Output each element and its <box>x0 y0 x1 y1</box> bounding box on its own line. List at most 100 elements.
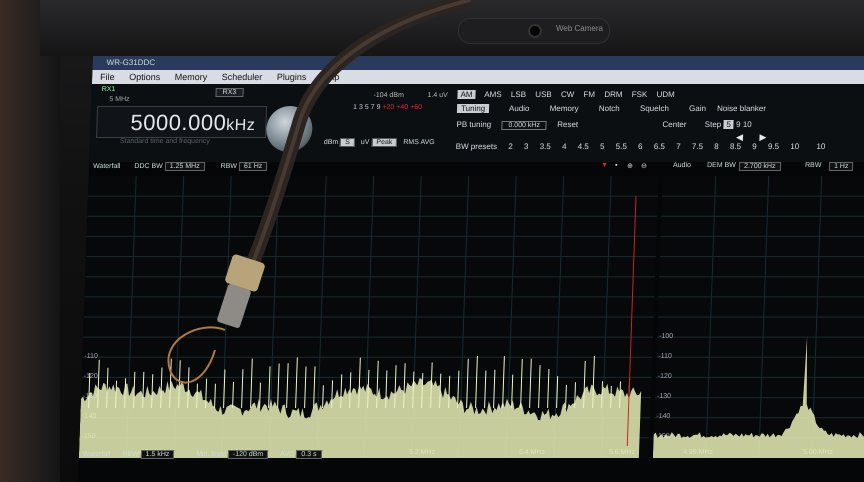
mode-fm[interactable]: FM <box>583 90 595 99</box>
bw-preset[interactable]: 7.5 <box>692 142 703 151</box>
frequency-value: 5000.000kHz <box>130 110 256 135</box>
peak-line <box>268 366 271 408</box>
peak-line <box>502 356 505 408</box>
step-10[interactable]: 10 <box>743 120 752 129</box>
rbw-select[interactable]: 61 Hz <box>238 162 268 171</box>
frequency-caption: Standard time and frequency <box>119 138 210 145</box>
bw-preset[interactable]: 5 <box>600 142 605 151</box>
menu-scheduler[interactable]: Scheduler <box>222 72 263 82</box>
peak-line <box>484 370 487 408</box>
unit-dbm[interactable]: dBm <box>324 139 339 146</box>
control-panel: RX1 RX3 5 MHz 5000.000kHz Standard time … <box>89 84 864 162</box>
center-button[interactable]: Center <box>662 120 686 129</box>
mode-peak[interactable]: Peak <box>371 138 398 147</box>
step-9[interactable]: 9 <box>736 120 741 129</box>
step-left-icon[interactable]: ◀ <box>736 132 743 142</box>
reset-button[interactable]: Reset <box>557 120 578 129</box>
rx-selector[interactable]: RX3 <box>215 88 244 97</box>
ddc-bw-select[interactable]: 1.25 MHz <box>164 162 205 171</box>
menu-help[interactable]: Help <box>321 72 340 82</box>
spectrum-display[interactable]: -110-120-130-140-150 4.8 MHz4.9 MHz5.2 M… <box>78 176 659 458</box>
zoom-in-icon[interactable]: ⊕ <box>627 162 633 170</box>
bw-preset[interactable]: 7 <box>676 142 681 151</box>
mode-usb[interactable]: USB <box>535 90 552 99</box>
y-tick-label: -130 <box>657 393 671 400</box>
min-level-select[interactable]: -120 dBm <box>227 450 269 459</box>
audio-spectrum-display[interactable]: -100-110-120-130-140-150 4.99 MHz5.00 MH… <box>652 176 864 458</box>
mode-rms[interactable]: RMS <box>403 139 419 146</box>
menu-memory[interactable]: Memory <box>175 72 208 82</box>
mode-cw[interactable]: CW <box>561 90 575 99</box>
tab-tuning[interactable]: Tuning <box>456 104 490 113</box>
menu-bar: File Options Memory Scheduler Plugins He… <box>91 70 864 84</box>
tuning-knob[interactable] <box>265 106 314 152</box>
peak-line <box>277 363 280 408</box>
mode-ams[interactable]: AMS <box>484 90 502 99</box>
peak-line <box>475 356 478 408</box>
bw-preset[interactable]: 5.5 <box>616 142 627 151</box>
bw-preset[interactable]: 2 <box>508 142 513 151</box>
mode-lsb[interactable]: LSB <box>511 90 526 99</box>
unit-uv[interactable]: uV <box>361 139 370 146</box>
zoom-out-icon[interactable]: ⊖ <box>641 162 647 170</box>
step-5[interactable]: 5 <box>723 120 735 129</box>
function-tabs: Tuning Audio Memory Notch Squelch Gain <box>456 104 724 113</box>
peak-line <box>304 366 307 408</box>
rx-label: RX1 <box>101 86 116 93</box>
avg-select[interactable]: 0.3 s <box>296 450 322 459</box>
frequency-small: 5 MHz <box>109 96 130 103</box>
waterfall-header: Waterfall DDC BW 1.25 MHz RBW 61 Hz ▼ ▪ … <box>89 162 864 176</box>
tab-notch[interactable]: Notch <box>599 104 620 113</box>
unit-s[interactable]: S <box>340 138 356 147</box>
bw-preset[interactable]: 9 <box>752 142 757 151</box>
audio-y-ticks: -100-110-120-130-140-150 <box>655 333 673 440</box>
bw-preset[interactable]: 8.5 <box>730 142 741 151</box>
bw-preset[interactable]: 3.5 <box>540 142 551 151</box>
record-icon[interactable]: ▼ <box>601 162 608 169</box>
bw-preset[interactable]: 4 <box>562 142 567 151</box>
meter-controls: dBm S uV Peak RMS AVG <box>324 138 435 147</box>
peak-line <box>250 358 253 408</box>
mode-drm[interactable]: DRM <box>604 90 623 99</box>
peak-line <box>232 381 234 408</box>
peak-line <box>259 382 261 408</box>
peak-line <box>241 369 244 408</box>
demod-modes: AM AMS LSB USB CW FM DRM FSK UDM <box>457 90 682 99</box>
mode-udm[interactable]: UDM <box>656 90 675 99</box>
bw-preset[interactable]: 6 <box>638 142 643 151</box>
menu-options[interactable]: Options <box>129 72 160 82</box>
bw-preset[interactable]: 10 <box>790 142 799 151</box>
bw-preset[interactable]: 4.5 <box>578 142 589 151</box>
peak-line <box>313 366 316 408</box>
smeter-scale: 1 3 5 7 9 +20 +40 +60 <box>352 104 423 111</box>
audio-rbw-select[interactable]: 1 Hz <box>828 162 854 171</box>
save-icon[interactable]: ▪ <box>615 162 618 169</box>
peak-line <box>520 358 523 408</box>
window-title: WR-G31DDC <box>92 56 864 70</box>
mode-am[interactable]: AM <box>457 90 476 99</box>
peak-line <box>547 368 550 408</box>
dem-bw-select[interactable]: 2.700 kHz <box>738 162 781 171</box>
tab-gain[interactable]: Gain <box>689 104 706 113</box>
bw-preset[interactable]: 3 <box>524 142 529 151</box>
mode-fsk[interactable]: FSK <box>632 90 648 99</box>
tab-memory[interactable]: Memory <box>550 104 579 113</box>
bw-preset[interactable]: 9.5 <box>768 142 779 151</box>
bw-preset[interactable]: 6.5 <box>654 142 665 151</box>
wf-rbw-select[interactable]: 1.5 kHz <box>140 450 175 459</box>
smeter-dbm: -104 dBm <box>373 92 404 99</box>
pb-tuning-input[interactable]: 0.000 kHz <box>501 121 548 130</box>
tab-squelch[interactable]: Squelch <box>640 104 669 113</box>
pb-tuning: PB tuning 0.000 kHz Reset <box>456 120 579 130</box>
step-right-icon[interactable]: ▶ <box>759 132 766 142</box>
step-bottom[interactable]: 10 <box>816 142 825 151</box>
mode-avg[interactable]: AVG <box>420 139 435 146</box>
bw-preset[interactable]: 8 <box>714 142 719 151</box>
y-tick-label: -120 <box>658 373 672 380</box>
menu-plugins[interactable]: Plugins <box>277 72 307 82</box>
menu-file[interactable]: File <box>100 72 115 82</box>
tab-noise-blanker[interactable]: Noise blanker <box>717 104 766 113</box>
tab-audio[interactable]: Audio <box>509 104 530 113</box>
peak-line <box>529 358 532 408</box>
peak-line <box>493 369 496 408</box>
